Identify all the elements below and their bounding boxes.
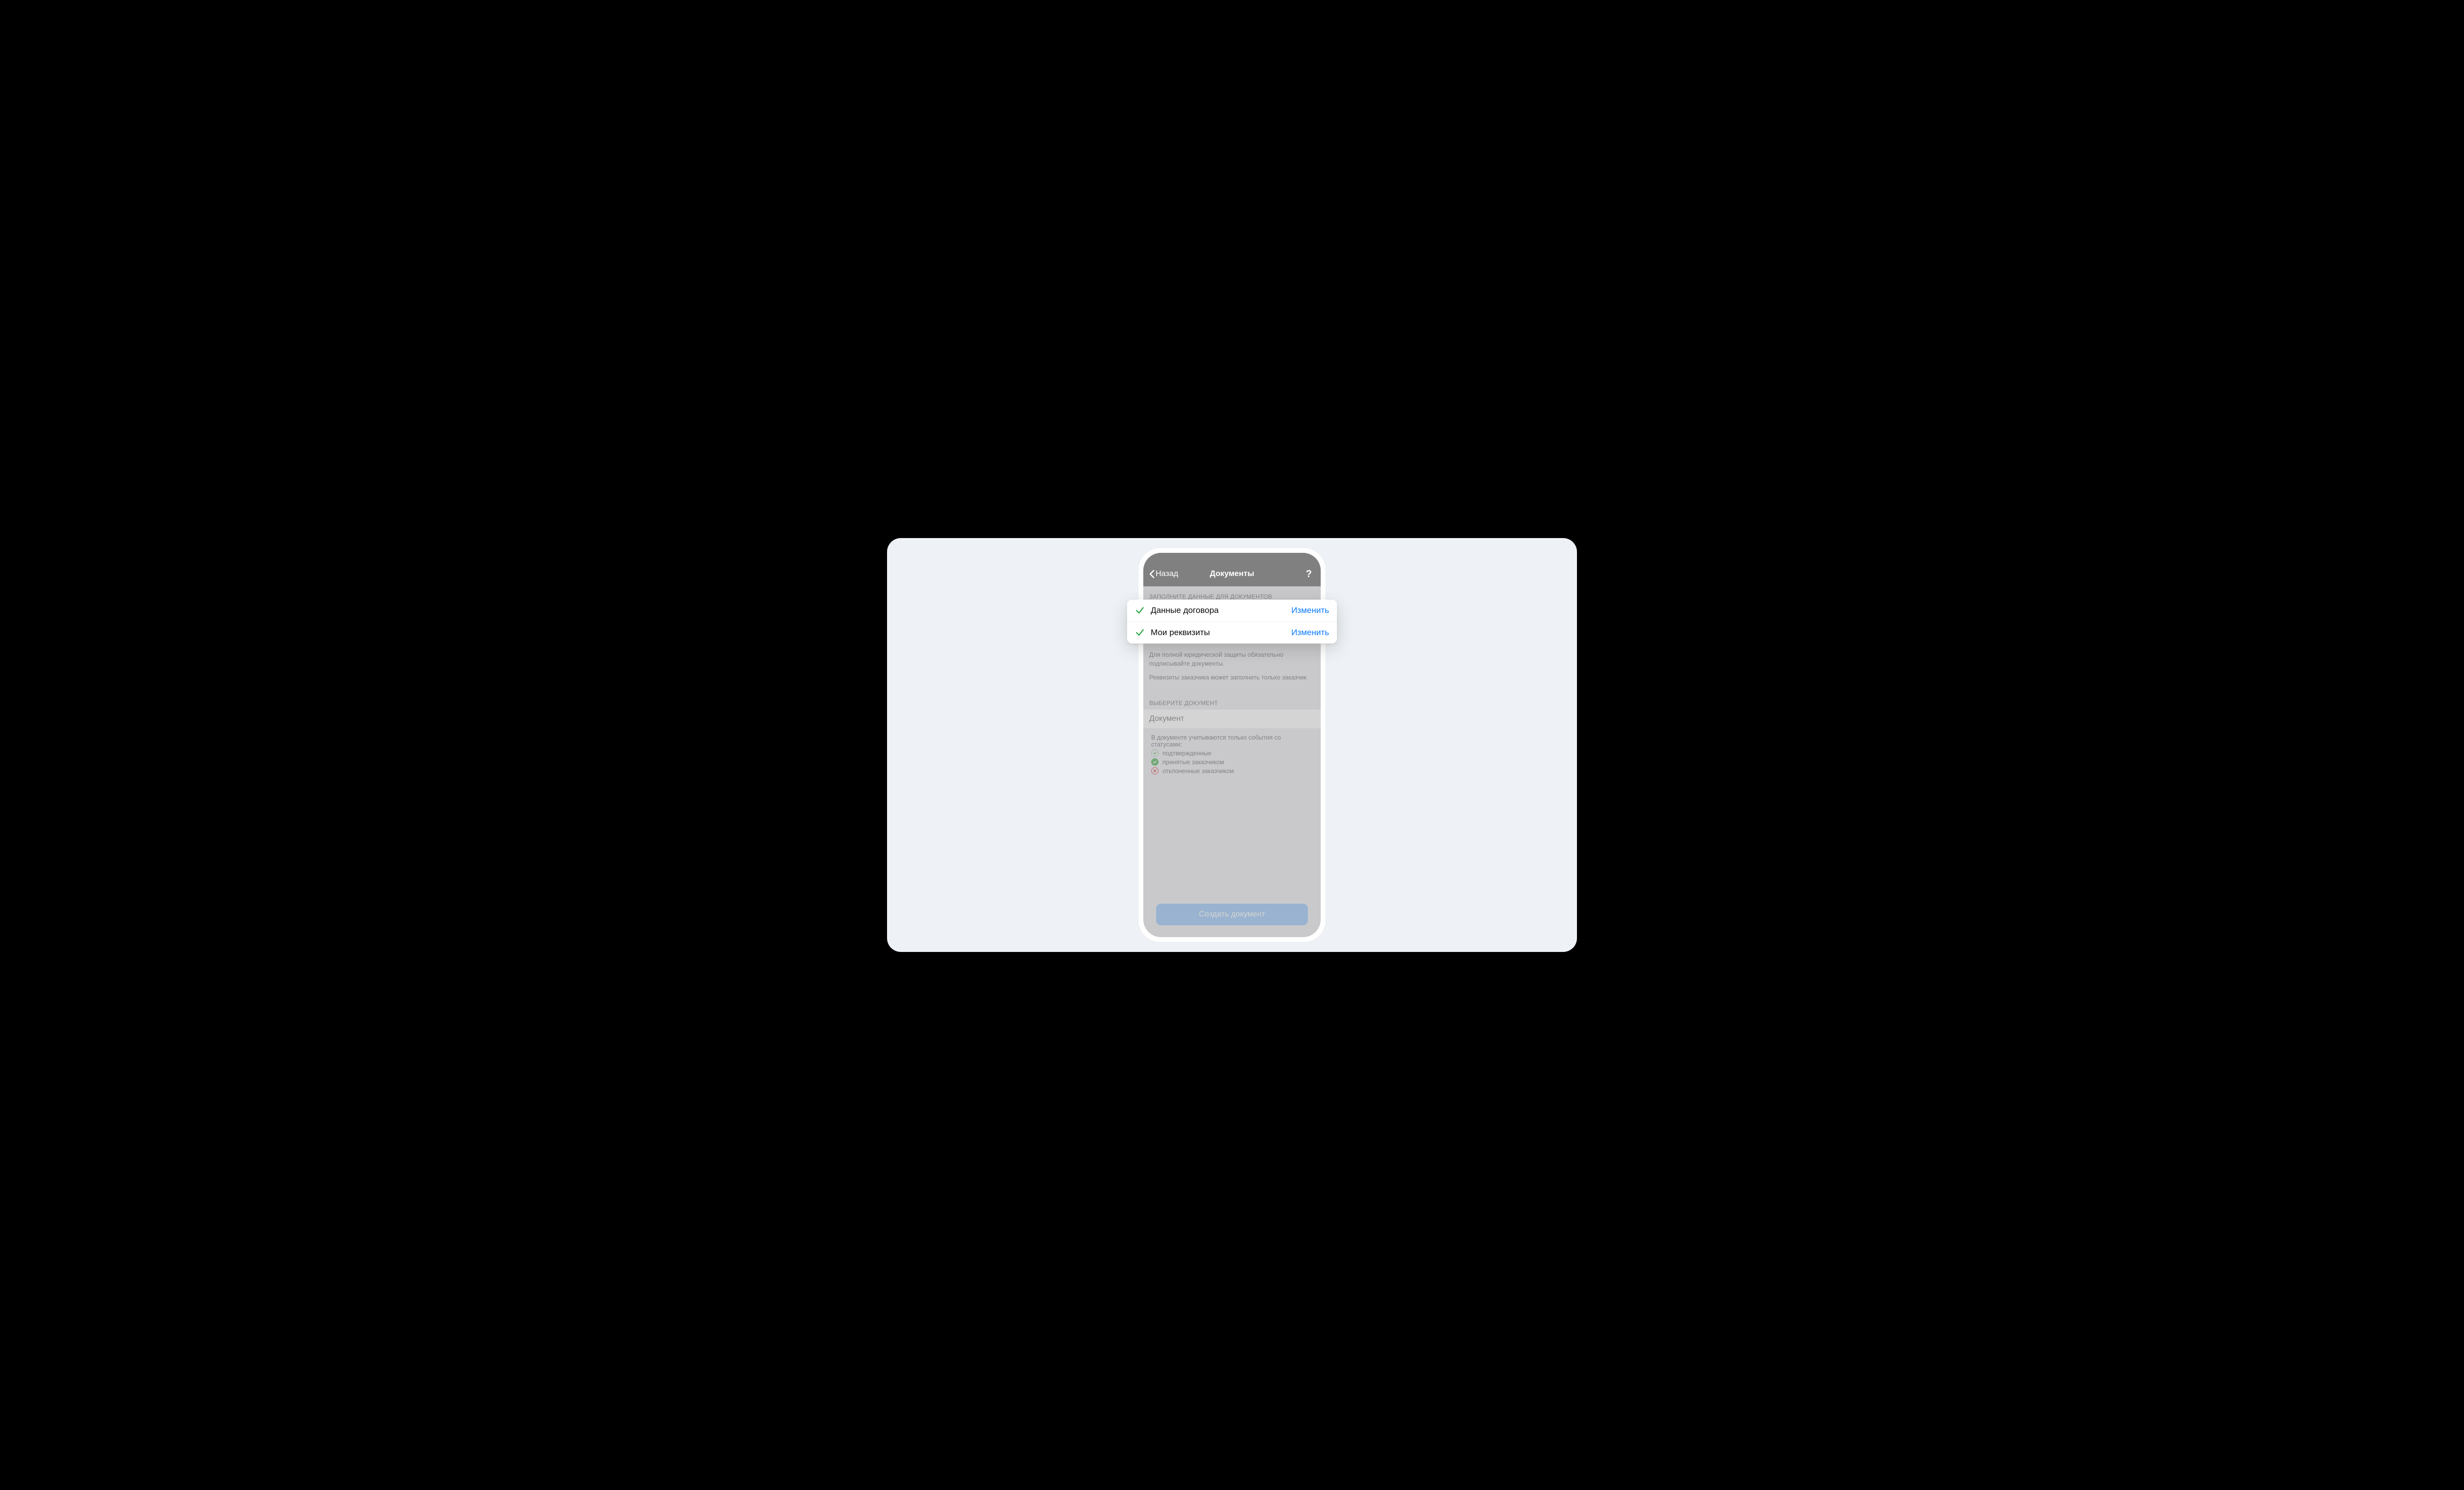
back-button[interactable]: Назад	[1149, 570, 1178, 578]
solid-check-icon	[1151, 758, 1159, 766]
create-document-button[interactable]: Создать документ	[1156, 904, 1308, 925]
status-accepted: принятые заказчиком	[1151, 758, 1313, 766]
highlight-row-contract[interactable]: Данные договора Изменить	[1127, 600, 1337, 621]
row-label: Мои реквизиты	[1151, 628, 1210, 638]
page-title: Документы	[1210, 570, 1254, 578]
reject-icon	[1151, 767, 1159, 775]
back-label: Назад	[1156, 570, 1178, 578]
check-icon	[1135, 628, 1145, 638]
highlight-card: Данные договора Изменить Мои реквизиты И…	[1127, 600, 1337, 643]
status-label: принятые заказчиком	[1163, 759, 1224, 766]
status-label: подтвержденные	[1163, 750, 1211, 757]
canvas: Назад Документы ? ЗАПОЛНИТЕ ДАННЫЕ ДЛЯ Д…	[887, 538, 1577, 952]
chevron-left-icon	[1149, 570, 1155, 578]
note-client-req: Реквизиты заказчика может заполнить толь…	[1143, 671, 1321, 684]
note-protection: Для полной юридической защиты обязательн…	[1143, 645, 1321, 671]
footer: Создать документ	[1143, 896, 1321, 937]
status-label: отклоненные заказчиком	[1163, 768, 1234, 775]
edit-link[interactable]: Изменить	[1291, 606, 1329, 615]
status-rejected: отклоненные заказчиком	[1151, 767, 1313, 775]
check-icon	[1135, 606, 1145, 615]
dashed-check-icon	[1151, 749, 1159, 757]
edit-link[interactable]: Изменить	[1291, 628, 1329, 638]
status-confirmed: подтвержденные	[1151, 749, 1313, 757]
row-label: Данные договора	[1151, 606, 1219, 615]
section-header-choose: ВЫБЕРИТЕ ДОКУМЕНТ	[1143, 693, 1321, 710]
status-intro: В документе учитываются только события с…	[1151, 734, 1313, 748]
status-legend: В документе учитываются только события с…	[1143, 728, 1321, 780]
nav-bar: Назад Документы ?	[1143, 553, 1321, 586]
highlight-row-requisites[interactable]: Мои реквизиты Изменить	[1127, 621, 1337, 643]
help-button[interactable]: ?	[1303, 569, 1315, 580]
document-select[interactable]: Документ	[1143, 710, 1321, 728]
